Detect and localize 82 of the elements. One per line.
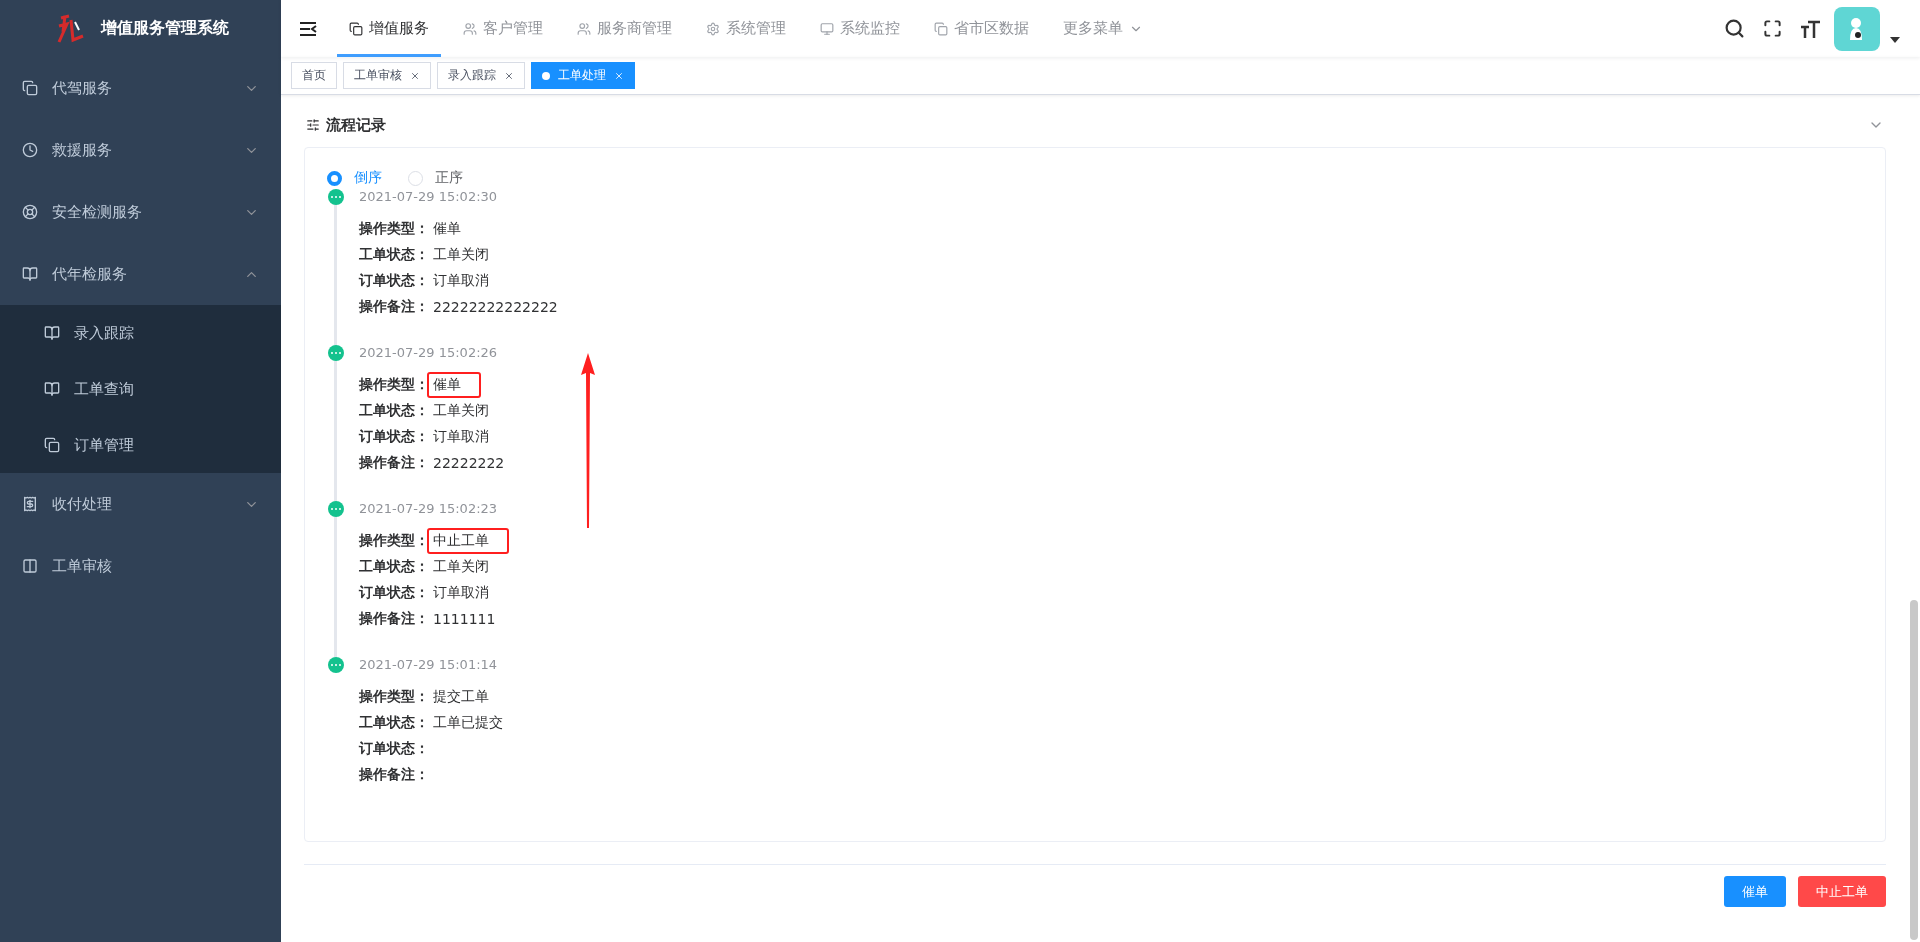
highlighted-value: 催单 [427, 372, 481, 398]
sidebar-item[interactable]: 工单审核 [0, 535, 281, 597]
app-title: 增值服务管理系统 [100, 18, 229, 39]
sidebar-item[interactable]: 救援服务 [0, 119, 281, 181]
close-icon[interactable] [614, 70, 624, 81]
close-icon[interactable] [504, 70, 514, 81]
scrollbar-thumb[interactable] [1910, 600, 1918, 940]
caret-icon[interactable] [1890, 36, 1900, 43]
timeline-dot [328, 657, 344, 673]
field-label: 操作备注： [359, 766, 429, 784]
field-label: 操作类型： [359, 532, 429, 550]
timeline-dot [328, 501, 344, 517]
receipt-icon [22, 496, 38, 512]
field-label: 操作备注： [359, 298, 429, 316]
field-value: 订单取消 [432, 271, 490, 290]
sidebar-subitem[interactable]: 订单管理 [0, 417, 281, 473]
field-label: 订单状态： [359, 740, 429, 758]
timeline-dot [328, 189, 344, 205]
field-value: 工单关闭 [432, 557, 490, 576]
sidebar-item[interactable]: 收付处理 [0, 473, 281, 535]
page-tag[interactable]: 工单审核 [343, 62, 431, 89]
highlighted-value: 中止工单 [427, 528, 509, 554]
field-label: 订单状态： [359, 428, 429, 446]
timeline-dot [328, 345, 344, 361]
sidebar-item[interactable]: 代驾服务 [0, 57, 281, 119]
sidebar-item[interactable]: 代年检服务 [0, 243, 281, 305]
copy-icon [934, 21, 948, 36]
sidebar-subitem[interactable]: 录入跟踪 [0, 305, 281, 361]
users-icon [463, 21, 477, 36]
section-title: 流程记录 [326, 115, 387, 135]
field-label: 操作类型： [359, 220, 429, 238]
field-value: 订单取消 [432, 427, 490, 446]
copy-icon [349, 21, 363, 36]
field-value: 工单已提交 [432, 713, 504, 732]
field-value: 工单关闭 [432, 245, 490, 264]
font-size-icon[interactable] [1800, 19, 1820, 38]
field-label: 订单状态： [359, 272, 429, 290]
clock-icon [22, 142, 38, 158]
field-label: 工单状态： [359, 714, 429, 732]
menu-icon[interactable] [299, 20, 317, 37]
page-tag[interactable]: 录入跟踪 [437, 62, 525, 89]
book-icon [22, 266, 38, 282]
field-value: 22222222 [432, 454, 506, 473]
field-label: 操作类型： [359, 688, 429, 706]
field-value: 催单 [432, 219, 462, 238]
gear-icon [706, 21, 720, 36]
sort-radio[interactable]: 倒序 [327, 169, 382, 187]
sidebar-subitem[interactable]: 工单查询 [0, 361, 281, 417]
users-icon [577, 21, 591, 36]
book-icon [44, 325, 60, 341]
book-icon [44, 381, 60, 397]
timestamp: 2021-07-29 15:02:26 [359, 344, 499, 362]
nav-tab[interactable]: 增值服务 [337, 0, 441, 57]
field-label: 订单状态： [359, 584, 429, 602]
field-value: 提交工单 [432, 687, 490, 706]
fullscreen-icon[interactable] [1763, 19, 1782, 38]
timestamp: 2021-07-29 15:02:30 [359, 188, 499, 206]
copy-icon [22, 80, 38, 96]
status-dot [542, 71, 550, 80]
search-icon[interactable] [1724, 18, 1745, 39]
field-label: 操作备注： [359, 610, 429, 628]
page-tag[interactable]: 首页 [291, 62, 337, 89]
lifebuoy-icon [22, 204, 38, 220]
field-value: 工单关闭 [432, 401, 490, 420]
field-label: 工单状态： [359, 558, 429, 576]
sliders-icon [306, 118, 320, 132]
field-value: 22222222222222 [432, 298, 559, 317]
copy-icon [44, 437, 60, 453]
timestamp: 2021-07-29 15:01:14 [359, 656, 499, 674]
field-value: 1111111 [432, 610, 497, 629]
monitor-icon [820, 21, 834, 36]
field-label: 工单状态： [359, 246, 429, 264]
sort-radio[interactable]: 正序 [408, 169, 463, 187]
columns-icon [22, 558, 38, 574]
timestamp: 2021-07-29 15:02:23 [359, 500, 499, 518]
sidebar-item[interactable]: 安全检测服务 [0, 181, 281, 243]
field-label: 操作备注： [359, 454, 429, 472]
action-button[interactable]: 中止工单 [1798, 876, 1886, 907]
close-icon[interactable] [410, 70, 420, 81]
field-value: 订单取消 [432, 583, 490, 602]
field-label: 操作类型： [359, 376, 429, 394]
field-label: 工单状态： [359, 402, 429, 420]
